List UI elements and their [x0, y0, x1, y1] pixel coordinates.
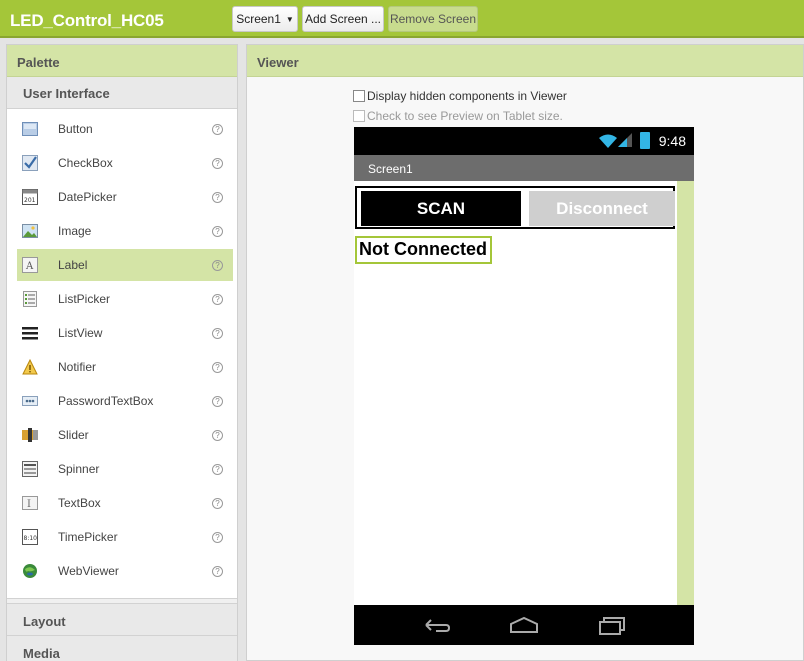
help-icon[interactable]: ? [212, 463, 223, 475]
viewer-title: Viewer [247, 45, 803, 77]
category-media[interactable]: Media [7, 635, 237, 661]
screen-canvas[interactable]: SCAN Disconnect Not Connected [354, 181, 694, 605]
connection-status-label[interactable]: Not Connected [355, 236, 492, 264]
checkbox-icon [22, 155, 38, 171]
screen-dropdown-label: Screen1 [236, 12, 281, 26]
palette-item-webviewer[interactable]: WebViewer ? [17, 555, 233, 587]
palette-item-label: ListView [58, 326, 103, 340]
help-icon[interactable]: ? [212, 429, 223, 441]
palette-item-label: Notifier [58, 360, 97, 374]
category-layout[interactable]: Layout [7, 603, 237, 635]
webviewer-icon [22, 563, 38, 579]
help-icon[interactable]: ? [212, 565, 223, 577]
notifier-icon [22, 358, 38, 375]
spinner-icon [22, 461, 38, 477]
help-icon[interactable]: ? [212, 327, 223, 339]
disconnect-button[interactable]: Disconnect [529, 191, 675, 226]
help-icon[interactable]: ? [212, 225, 223, 237]
palette-item-image[interactable]: Image ? [17, 215, 233, 247]
tablet-preview-option[interactable]: Check to see Preview on Tablet size. [353, 109, 563, 123]
tablet-preview-checkbox[interactable] [353, 110, 365, 122]
battery-icon [640, 132, 650, 149]
palette-item-label: Spinner [58, 462, 100, 476]
palette-item-datepicker[interactable]: 201 DatePicker ? [17, 181, 233, 213]
timepicker-icon: 8:10 [22, 529, 38, 545]
palette-item-checkbox[interactable]: CheckBox ? [17, 147, 233, 179]
show-hidden-checkbox[interactable] [353, 90, 365, 102]
phone-nav-bar [354, 605, 694, 645]
help-icon[interactable]: ? [212, 259, 223, 271]
component-list: Button ? CheckBox ? 201 DatePicker ? Ima… [7, 109, 237, 599]
help-icon[interactable]: ? [212, 157, 223, 169]
palette-item-slider[interactable]: Slider ? [17, 419, 233, 451]
help-icon[interactable]: ? [212, 191, 223, 203]
image-icon [22, 223, 38, 239]
help-icon[interactable]: ? [212, 361, 223, 373]
svg-text:8:10: 8:10 [24, 535, 38, 542]
palette-item-label: DatePicker [58, 190, 117, 204]
listpicker-icon [22, 291, 38, 307]
help-icon[interactable]: ? [212, 395, 223, 407]
category-user-interface[interactable]: User Interface [7, 77, 237, 109]
add-screen-button[interactable]: Add Screen ... [302, 6, 384, 32]
palette-item-listview[interactable]: ListView ? [17, 317, 233, 349]
label-icon: A [22, 257, 38, 273]
top-toolbar: LED_Control_HC05 Screen1 ▼ Add Screen ..… [0, 0, 804, 38]
back-icon [422, 615, 451, 640]
palette-title: Palette [7, 45, 237, 77]
palette-item-label: ListPicker [58, 292, 111, 306]
slider-icon [22, 427, 38, 443]
show-hidden-label: Display hidden components in Viewer [367, 89, 567, 103]
scan-button[interactable]: SCAN [361, 191, 521, 226]
palette-item-notifier[interactable]: Notifier ? [17, 351, 233, 383]
signal-icon [618, 133, 632, 147]
help-icon[interactable]: ? [212, 531, 223, 543]
palette-item-label: TextBox [58, 496, 101, 510]
palette-item-label: Image [58, 224, 92, 238]
status-time: 9:48 [658, 133, 686, 149]
recent-apps-icon [598, 615, 626, 640]
button-icon [22, 121, 38, 137]
svg-text:201: 201 [24, 197, 36, 204]
viewer-panel: Viewer Display hidden components in View… [246, 44, 804, 661]
datepicker-icon: 201 [22, 189, 38, 205]
palette-item-label: TimePicker [58, 530, 118, 544]
password-icon [22, 393, 38, 409]
phone-preview: 9:48 Screen1 SCAN Disconnect Not Connect… [354, 127, 694, 645]
home-icon [509, 615, 539, 640]
palette-panel: Palette User Interface Button ? CheckBox… [6, 44, 238, 661]
palette-item-label: WebViewer [58, 564, 119, 578]
phone-status-bar: 9:48 [354, 127, 694, 155]
listview-icon [22, 325, 38, 341]
svg-text:I: I [27, 499, 31, 510]
palette-item-button[interactable]: Button ? [17, 113, 233, 145]
wifi-icon [598, 133, 618, 149]
palette-item-textbox[interactable]: I TextBox ? [17, 487, 233, 519]
remove-screen-button[interactable]: Remove Screen [388, 6, 478, 32]
textbox-icon: I [22, 495, 38, 511]
palette-item-listpicker[interactable]: ListPicker ? [17, 283, 233, 315]
palette-item-spinner[interactable]: Spinner ? [17, 453, 233, 485]
help-icon[interactable]: ? [212, 293, 223, 305]
help-icon[interactable]: ? [212, 123, 223, 135]
palette-item-label: PasswordTextBox [58, 394, 154, 408]
palette-item-label: Slider [58, 428, 89, 442]
palette-item-passwordtextbox[interactable]: PasswordTextBox ? [17, 385, 233, 417]
palette-item-label-selected[interactable]: A Label ? [17, 249, 233, 281]
show-hidden-option[interactable]: Display hidden components in Viewer [353, 89, 567, 103]
caret-down-icon: ▼ [285, 14, 294, 24]
horizontal-arrangement[interactable]: SCAN Disconnect [355, 186, 675, 229]
palette-item-label: Button [58, 122, 93, 136]
help-icon[interactable]: ? [212, 497, 223, 509]
svg-text:A: A [25, 261, 34, 272]
tablet-preview-label: Check to see Preview on Tablet size. [367, 109, 563, 123]
palette-item-label: CheckBox [58, 156, 113, 170]
palette-item-label: Label [58, 258, 88, 272]
screen-scroll-strip [677, 181, 694, 605]
palette-item-timepicker[interactable]: 8:10 TimePicker ? [17, 521, 233, 553]
project-title: LED_Control_HC05 [10, 11, 164, 30]
screen-title-bar: Screen1 [354, 155, 694, 181]
screen-dropdown[interactable]: Screen1 ▼ [232, 6, 298, 32]
